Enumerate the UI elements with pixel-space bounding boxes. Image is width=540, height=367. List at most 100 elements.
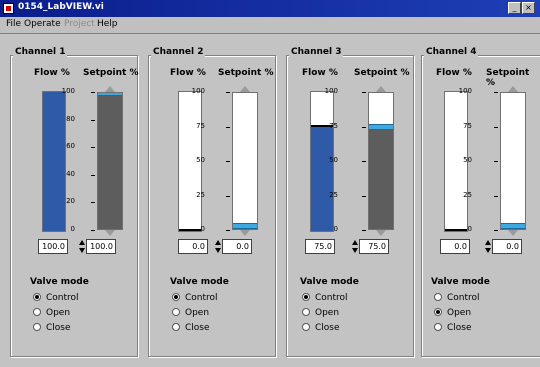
increment-icon[interactable] [485,240,491,245]
channel-2-setpoint-label: Setpoint % [218,68,274,78]
radio-label: Close [447,323,472,333]
channel-4-scale-tick [494,195,498,197]
channel-4-scale-label: 25 [463,190,472,199]
radio-button-icon[interactable] [302,307,310,316]
radio-label: Close [46,323,71,333]
channel-4-mode-control-option[interactable]: Control [434,292,480,303]
channel-1-title: Channel 1 [13,47,68,57]
close-button[interactable]: × [522,2,535,14]
menu-help[interactable]: Help [97,19,118,29]
channel-4-slider-bottom-cap [508,230,518,236]
channel-3-mode-control-option[interactable]: Control [302,292,348,303]
labview-app-icon[interactable] [3,3,14,14]
channel-1-scale-label: 100 [61,87,75,95]
menu-project[interactable]: Project [64,19,95,29]
channel-2-slider-thumb[interactable] [233,223,257,229]
channel-2-setpoint-slider[interactable] [232,92,258,230]
radio-label: Control [315,293,348,303]
channel-4-mode-open-option[interactable]: Open [434,307,471,318]
channel-4-setpoint-slider[interactable] [500,92,526,230]
channel-2-scale-tick [226,195,230,197]
channel-3-mode-close-option[interactable]: Close [302,322,340,333]
channel-4-slider-thumb[interactable] [501,223,525,229]
radio-button-icon[interactable] [172,292,180,301]
channel-4-scale-label: 75 [463,121,472,130]
channel-1-setpoint-fill [98,93,122,229]
channel-1-scale-label: 60 [66,142,75,151]
channel-2-scale-label: 25 [196,190,205,199]
channel-3-scale-tick [362,161,366,162]
decrement-icon[interactable] [485,248,491,253]
increment-icon[interactable] [215,240,221,245]
channel-1-slider-thumb[interactable] [98,93,122,96]
radio-button-icon[interactable] [302,292,310,301]
increment-icon[interactable] [352,240,358,245]
radio-label: Control [447,293,480,303]
channel-1-flow-fill [43,92,65,231]
channel-2-scale-label: 0 [200,225,205,233]
channel-1-mode-close-option[interactable]: Close [33,322,71,333]
minimize-button[interactable]: _ [508,2,521,14]
channel-4-setpoint-value[interactable]: 0.0 [492,239,522,254]
channel-1-setpoint-slider[interactable] [97,92,123,230]
channel-3-slider-thumb[interactable] [369,124,393,130]
menu-operate[interactable]: Operate [24,19,61,29]
channel-1-flow-label: Flow % [34,68,70,78]
channel-4-scale-label: 50 [463,156,472,164]
channel-1-setpoint-value[interactable]: 100.0 [86,239,116,254]
radio-button-icon[interactable] [434,307,442,316]
decrement-icon[interactable] [79,248,85,253]
channel-2-mode-open-option[interactable]: Open [172,307,210,318]
radio-button-icon[interactable] [33,292,41,301]
channel-4-title: Channel 4 [424,47,479,57]
decrement-icon[interactable] [352,248,358,253]
channel-1-scale-tick [91,147,95,149]
channel-3-setpoint-spinner[interactable] [352,239,358,254]
channel-3-flow-label: Flow % [302,68,338,78]
channel-2-mode-control-option[interactable]: Control [172,292,218,303]
channel-3-mode-open-option[interactable]: Open [302,307,339,318]
channel-2-scale-label: 75 [196,121,205,130]
channel-2-setpoint-value[interactable]: 0.0 [222,239,252,254]
channel-3-setpoint-slider[interactable] [368,92,394,230]
radio-button-icon[interactable] [33,322,41,331]
channel-4-setpoint-spinner[interactable] [485,239,491,254]
channel-3-flow-fill [311,124,333,231]
radio-button-icon[interactable] [434,322,442,331]
channel-4-scale-tick [494,92,498,93]
channel-2-scale-label: 100 [191,87,205,95]
channel-1-slider-bottom-cap [105,230,115,236]
channel-1-mode-control-option[interactable]: Control [33,292,79,303]
radio-label: Control [46,293,79,303]
channel-1-scale-label: 20 [66,197,75,206]
channel-1-scale-label: 80 [66,114,75,123]
channel-2-setpoint-spinner[interactable] [215,239,221,254]
channel-3-scale-tick [362,92,366,93]
channel-1-mode-open-option[interactable]: Open [33,307,71,318]
radio-button-icon[interactable] [33,307,41,316]
channel-1-scale-tick [91,119,95,121]
radio-label: Open [46,308,71,318]
channel-1-scale-tick [91,92,95,93]
channel-1-setpoint-label: Setpoint % [83,68,139,78]
channel-3-scale-label: 25 [329,190,338,199]
channel-4-mode-close-option[interactable]: Close [434,322,472,333]
channel-1-setpoint-spinner[interactable] [79,239,85,254]
channel-2-mode-close-option[interactable]: Close [172,322,210,333]
channel-1-scale-tick [91,174,95,176]
radio-button-icon[interactable] [172,322,180,331]
decrement-icon[interactable] [215,248,221,253]
channel-1-scale-label: 40 [66,169,75,178]
channel-4-flow-label: Flow % [436,68,472,78]
channel-4-flow-value: 0.0 [440,239,470,254]
radio-button-icon[interactable] [302,322,310,331]
radio-button-icon[interactable] [434,292,442,301]
menu-file[interactable]: File [6,19,21,29]
radio-label: Open [185,308,210,318]
radio-button-icon[interactable] [172,307,180,316]
increment-icon[interactable] [79,240,85,245]
channel-3-setpoint-value[interactable]: 75.0 [359,239,389,254]
channel-1-valve-mode-label: Valve mode [30,277,89,287]
channel-4-scale-tick [494,230,498,231]
channel-3-scale-label: 0 [333,225,338,233]
